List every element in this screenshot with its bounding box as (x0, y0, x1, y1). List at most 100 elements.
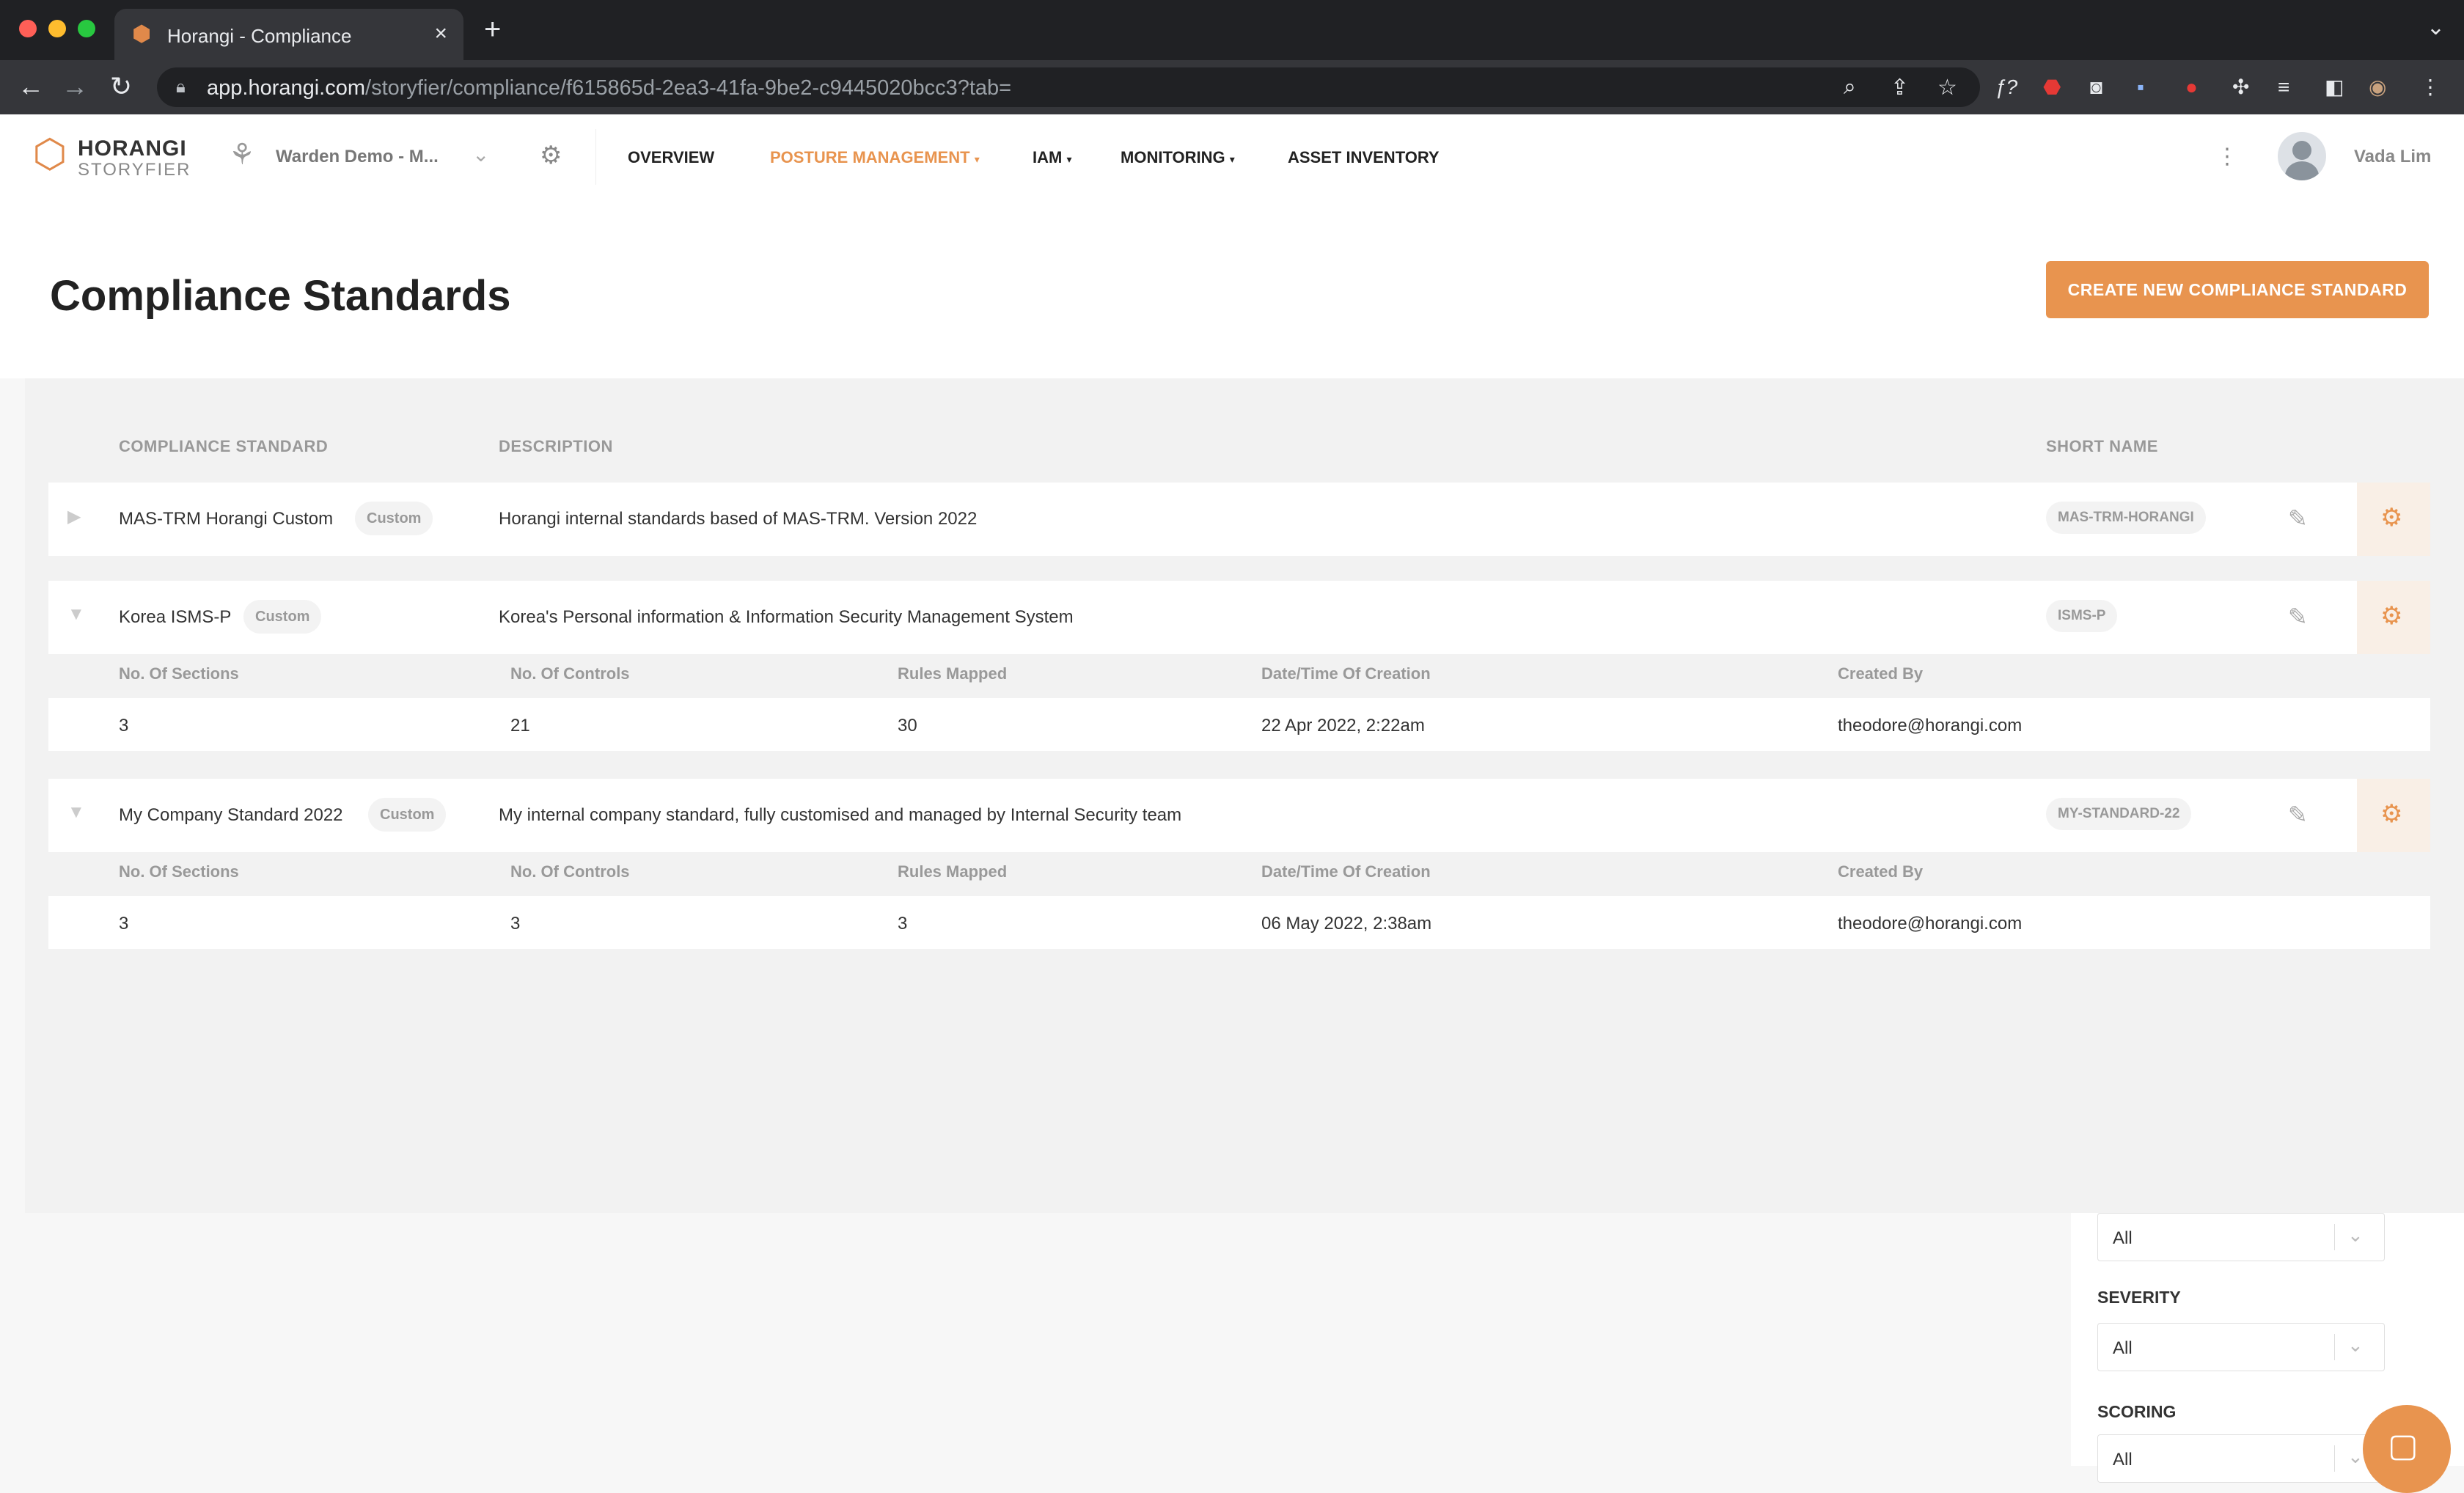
chevron-down-icon[interactable]: ⌄ (2347, 1334, 2364, 1357)
controls-value: 21 (510, 716, 530, 736)
logo-wordmark: HORANGI (78, 136, 187, 161)
standard-name: My Company Standard 2022 (119, 805, 343, 825)
minimize-window-button[interactable] (48, 20, 66, 37)
row-settings-cell[interactable]: ⚙ (2357, 779, 2430, 852)
chat-launcher-button[interactable]: ▢ (2363, 1405, 2451, 1493)
chat-bubble-icon: ▢ (2388, 1428, 2419, 1464)
tab-title: Horangi - Compliance (167, 25, 352, 47)
back-arrow-icon[interactable]: ← (18, 72, 44, 101)
detail-header-created-by: Created By (1838, 664, 1924, 683)
detail-header-controls: No. Of Controls (510, 664, 630, 683)
avatar-body (2285, 161, 2319, 180)
close-window-button[interactable] (19, 20, 37, 37)
expand-caret-right-icon[interactable]: ▶ (67, 506, 81, 527)
workspace-tree-icon: ⚘ (229, 139, 255, 171)
row-settings-cell[interactable]: ⚙ (2357, 581, 2430, 654)
browser-tab-bar: ⬢ Horangi - Compliance × + ⌄ (0, 0, 2464, 60)
nav-posture-management[interactable]: POSTURE MANAGEMENT ▾ (770, 148, 980, 167)
forward-arrow-icon[interactable]: → (62, 72, 88, 101)
severity-label: SEVERITY (2097, 1288, 2181, 1307)
select-divider (2334, 1224, 2335, 1250)
created-at-value: 22 Apr 2022, 2:22am (1261, 716, 1425, 736)
expand-caret-down-icon[interactable]: ▼ (67, 802, 85, 823)
edit-pencil-icon[interactable]: ✎ (2288, 603, 2308, 631)
reload-icon[interactable]: ↻ (110, 72, 132, 101)
nav-asset-inventory[interactable]: ASSET INVENTORY (1288, 148, 1440, 167)
edit-pencil-icon[interactable]: ✎ (2288, 505, 2308, 532)
puzzle-extensions-icon[interactable]: ✣ (2232, 76, 2249, 98)
chevron-down-icon[interactable]: ⌄ (472, 142, 489, 166)
edit-pencil-icon[interactable]: ✎ (2288, 801, 2308, 829)
created-at-value: 06 May 2022, 2:38am (1261, 914, 1432, 933)
share-icon[interactable]: ⇪ (1891, 75, 1909, 100)
tab-search-chevron-icon[interactable]: ⌄ (2427, 15, 2445, 40)
custom-badge: Custom (355, 502, 433, 535)
camera-extension-icon[interactable]: ◙ (2090, 76, 2102, 98)
horangi-logo-icon[interactable]: ⬡ (29, 132, 70, 176)
url-path: /storyfier/compliance/f615865d-2ea3-41fa… (365, 76, 1012, 100)
nav-iam-label: IAM (1033, 148, 1063, 166)
create-compliance-standard-button[interactable]: CREATE NEW COMPLIANCE STANDARD (2046, 261, 2429, 318)
more-options-icon[interactable]: ⋮ (2216, 144, 2238, 169)
side-panel-icon[interactable]: ◧ (2325, 76, 2344, 98)
url-host: app.horangi.com (207, 76, 366, 100)
nav-iam[interactable]: IAM ▾ (1033, 148, 1071, 167)
nav-monitoring[interactable]: MONITORING ▾ (1121, 148, 1235, 167)
reading-list-icon[interactable]: ≡ (2278, 76, 2289, 98)
app-header: ⬡ HORANGI STORYFIER ⚘ Warden Demo - M...… (0, 114, 2464, 201)
gear-icon[interactable]: ⚙ (2380, 503, 2402, 532)
horangi-favicon-icon: ⬢ (132, 22, 152, 46)
filter-select[interactable]: All ⌄ (2097, 1213, 2385, 1261)
caret-down-icon: ▾ (1229, 153, 1235, 165)
detail-header-rules: Rules Mapped (898, 862, 1008, 881)
chevron-down-icon[interactable]: ⌄ (2347, 1445, 2364, 1468)
expand-caret-down-icon[interactable]: ▼ (67, 604, 85, 625)
detail-header-sections: No. Of Sections (119, 664, 239, 683)
table-row[interactable]: ▼ Korea ISMS-P Custom Korea's Personal i… (48, 581, 2357, 654)
avatar[interactable] (2278, 132, 2326, 180)
scoring-select-value: All (2113, 1450, 2133, 1470)
scoring-label: SCORING (2097, 1402, 2177, 1421)
close-tab-icon[interactable]: × (434, 21, 447, 46)
dots-extension-icon[interactable]: ▪ (2137, 76, 2144, 98)
table-row[interactable]: ▶ MAS-TRM Horangi Custom Custom Horangi … (48, 483, 2357, 556)
select-divider (2334, 1445, 2335, 1472)
gear-icon[interactable]: ⚙ (2380, 799, 2402, 829)
nav-overview[interactable]: OVERVIEW (628, 148, 714, 167)
function-extension-icon[interactable]: ƒ? (1995, 76, 2017, 98)
adblock-extension-icon[interactable]: ⬣ (2043, 76, 2061, 98)
workspace-selector[interactable]: Warden Demo - M... (276, 147, 439, 167)
s-extension-icon[interactable]: ● (2185, 76, 2198, 98)
standard-name: MAS-TRM Horangi Custom (119, 509, 334, 529)
address-bar[interactable]: 🔒︎ app.horangi.com/storyfier/compliance/… (157, 67, 1980, 107)
maximize-window-button[interactable] (78, 20, 95, 37)
browser-tab[interactable]: ⬢ Horangi - Compliance × (114, 9, 463, 60)
created-by-value: theodore@horangi.com (1838, 914, 2023, 933)
detail-header-rules: Rules Mapped (898, 664, 1008, 683)
workspace-settings-gear-icon[interactable]: ⚙ (540, 141, 562, 170)
chevron-down-icon[interactable]: ⌄ (2347, 1224, 2364, 1247)
user-name[interactable]: Vada Lim (2354, 147, 2431, 167)
profile-icon[interactable]: ◉ (2369, 76, 2386, 98)
gear-icon[interactable]: ⚙ (2380, 601, 2402, 631)
detail-header-created-at: Date/Time Of Creation (1261, 862, 1431, 881)
detail-header-controls: No. Of Controls (510, 862, 630, 881)
select-divider (2334, 1334, 2335, 1360)
avatar-head (2292, 141, 2311, 160)
scoring-select[interactable]: All ⌄ (2097, 1434, 2385, 1483)
browser-menu-icon[interactable]: ⋮ (2420, 76, 2441, 98)
short-name-badge: ISMS-P (2046, 600, 2118, 632)
table-row[interactable]: ▼ My Company Standard 2022 Custom My int… (48, 779, 2357, 852)
zoom-icon[interactable]: ⌕ (1844, 75, 1856, 100)
lock-icon: 🔒︎ (176, 77, 186, 97)
severity-select[interactable]: All ⌄ (2097, 1323, 2385, 1371)
row-settings-cell[interactable]: ⚙ (2357, 483, 2430, 556)
nav-monitoring-label: MONITORING (1121, 148, 1225, 166)
rules-value: 30 (898, 716, 917, 736)
new-tab-icon[interactable]: + (484, 15, 501, 44)
standard-description: Korea's Personal information & Informati… (499, 607, 1074, 627)
detail-row: 3 3 3 06 May 2022, 2:38am theodore@horan… (48, 896, 2430, 949)
bookmark-star-icon[interactable]: ☆ (1937, 75, 1957, 100)
detail-header-sections: No. Of Sections (119, 862, 239, 881)
short-name-badge: MY-STANDARD-22 (2046, 798, 2192, 830)
